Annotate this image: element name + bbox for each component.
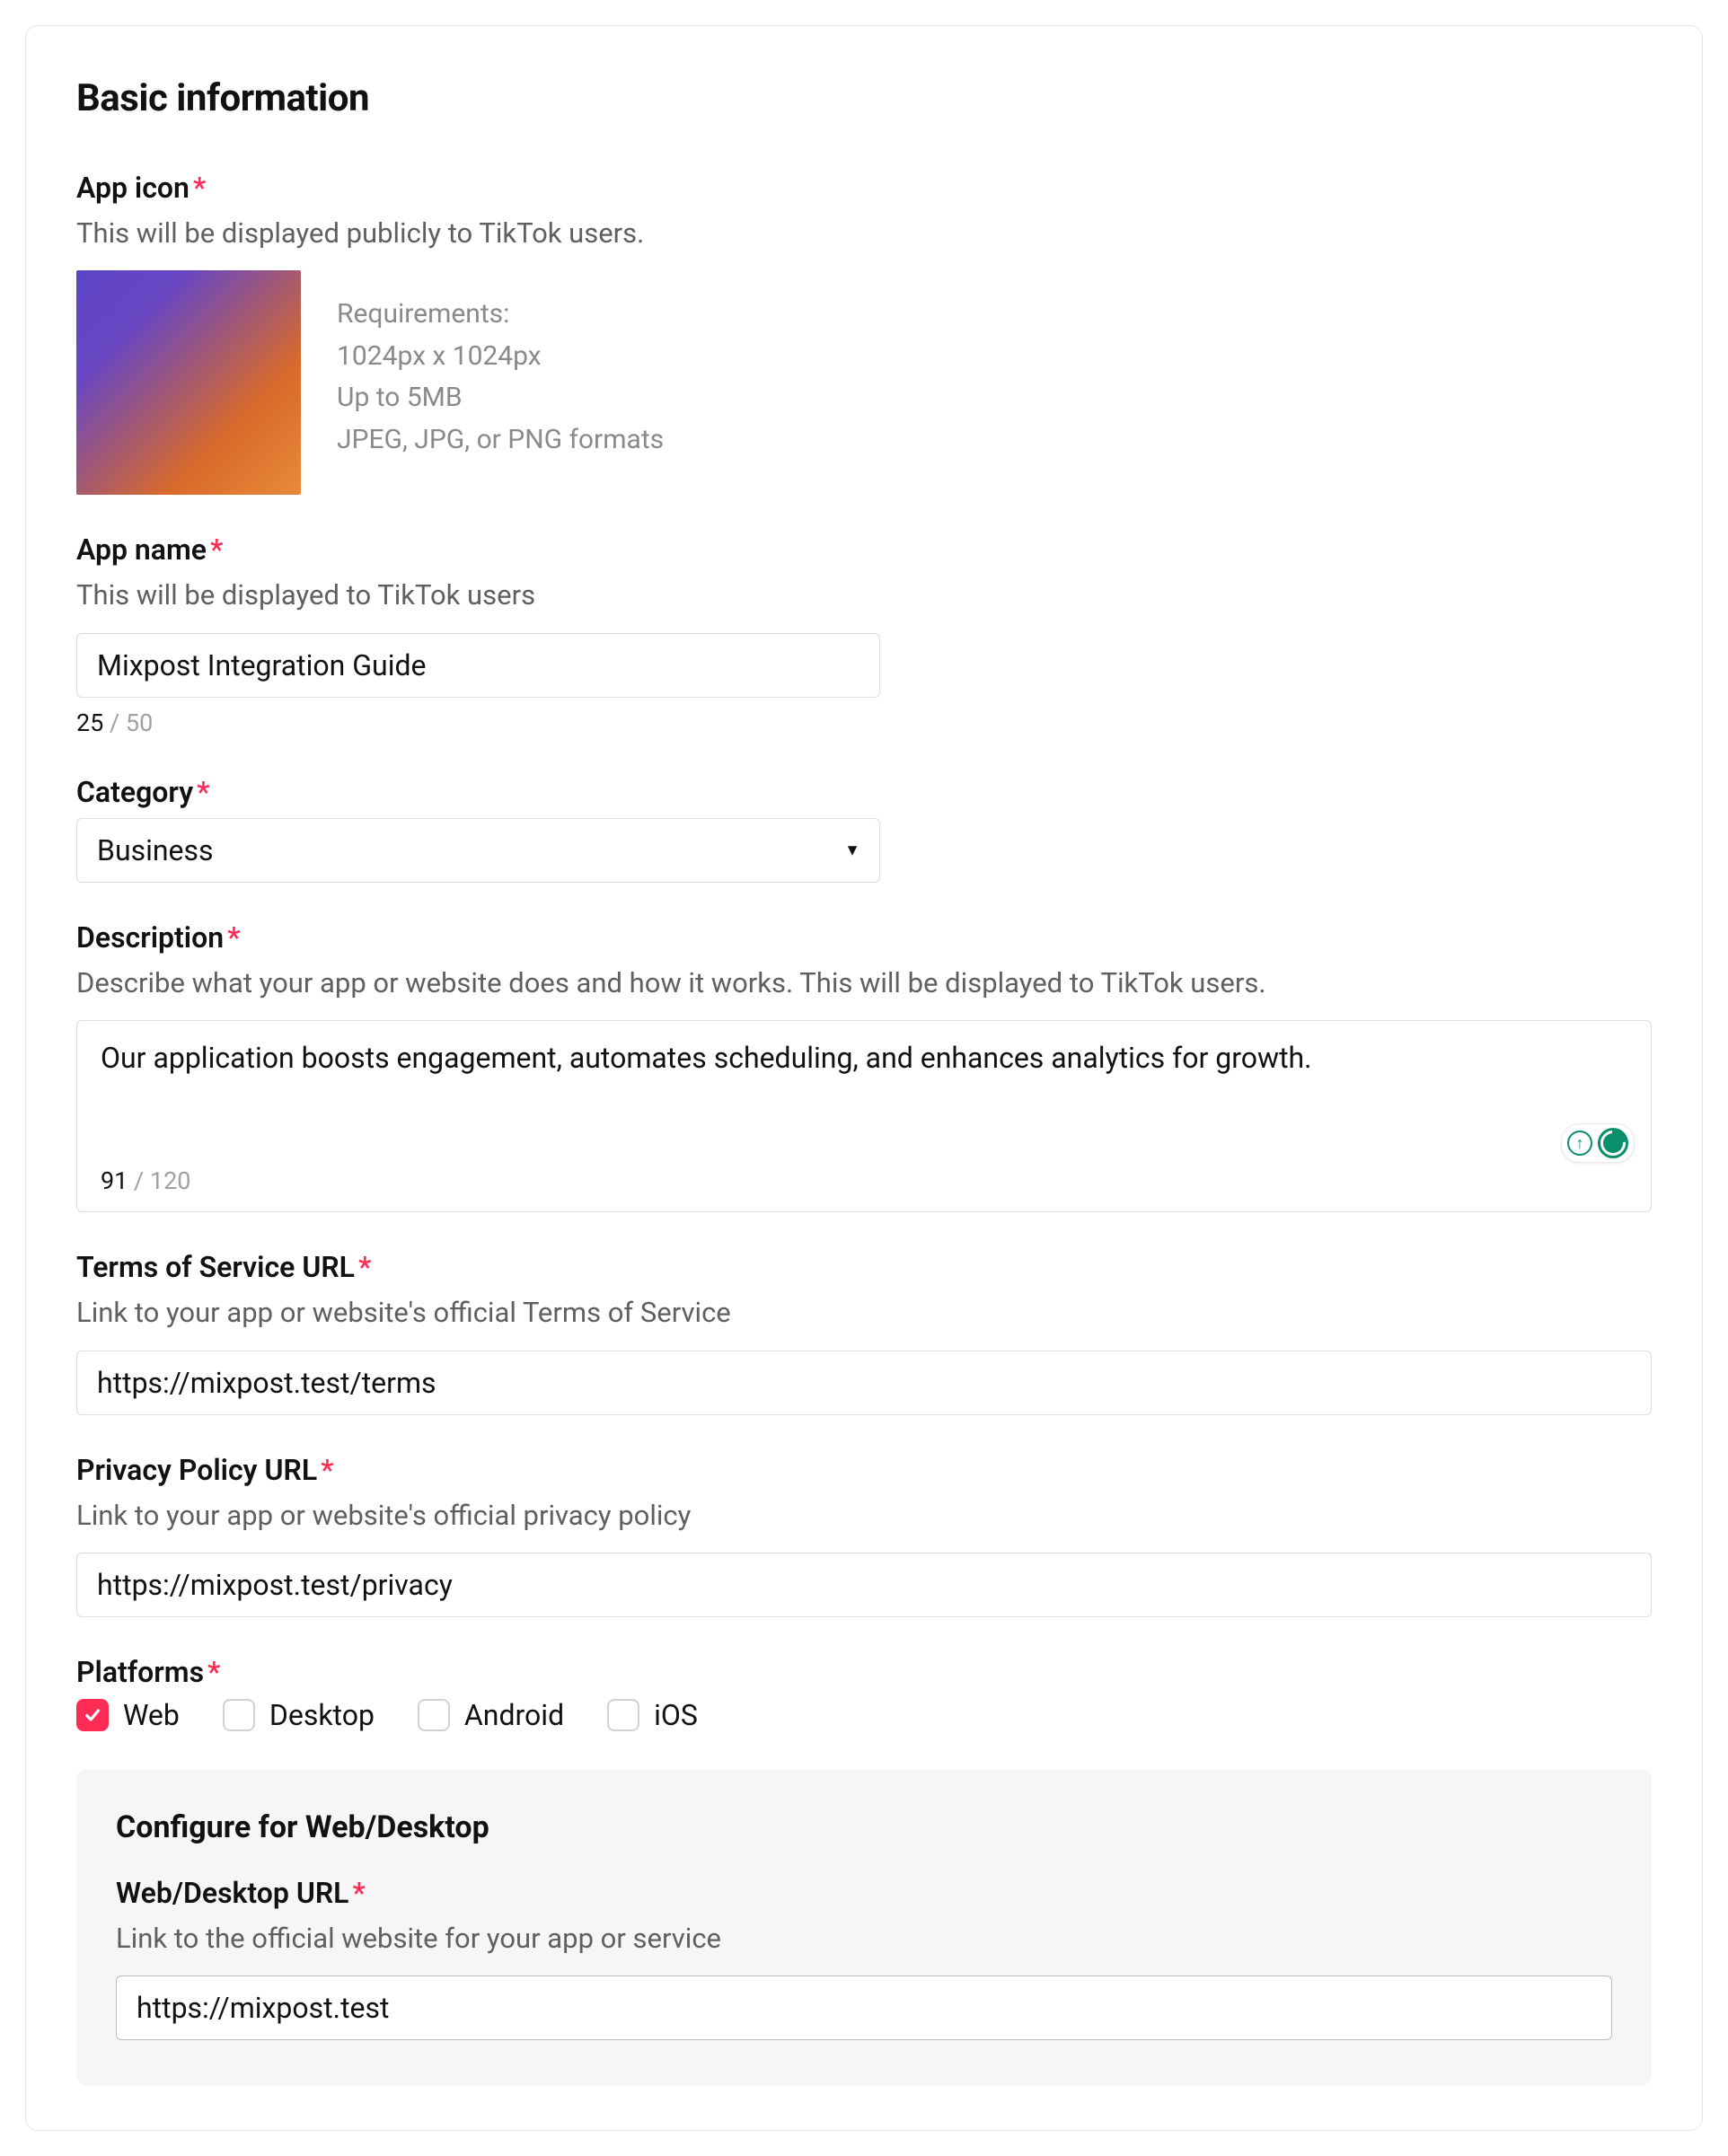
checkbox-label: Web (123, 1698, 180, 1732)
counter-max-val: 50 (126, 708, 153, 737)
req-size: Up to 5MB (337, 377, 664, 419)
check-icon (83, 1705, 102, 1725)
checkbox-label: Android (464, 1698, 564, 1732)
label-web-desktop-url: Web/Desktop URL* (116, 1876, 1612, 1910)
req-header: Requirements: (337, 294, 664, 336)
counter-max-val: 120 (150, 1166, 191, 1195)
label-text: Web/Desktop URL (116, 1876, 348, 1910)
input-tos-url[interactable] (76, 1351, 1652, 1415)
label-app-icon: App icon* (76, 171, 1652, 205)
label-text: Privacy Policy URL (76, 1453, 317, 1487)
field-privacy-url: Privacy Policy URL* Link to your app or … (76, 1453, 1652, 1617)
req-formats: JPEG, JPG, or PNG formats (337, 419, 664, 462)
label-text: Category (76, 775, 193, 809)
field-web-desktop-url: Web/Desktop URL* Link to the official we… (116, 1876, 1612, 2040)
checkbox-label: Desktop (269, 1698, 375, 1732)
checkbox-web[interactable]: Web (76, 1698, 180, 1732)
field-category: Category* Business ▼ (76, 775, 1652, 883)
textarea-description[interactable]: Our application boosts engagement, autom… (77, 1021, 1651, 1156)
counter-description: 91 / 120 (77, 1159, 1651, 1211)
label-tos-url: Terms of Service URL* (76, 1250, 1652, 1284)
helper-app-name: This will be displayed to TikTok users (76, 576, 1652, 614)
helper-app-icon: This will be displayed publicly to TikTo… (76, 214, 1652, 252)
helper-web-desktop-url: Link to the official website for your ap… (116, 1919, 1612, 1958)
grammarly-widget[interactable]: ↑ (1561, 1123, 1635, 1163)
required-asterisk: * (321, 1453, 333, 1487)
required-asterisk: * (210, 532, 223, 567)
counter-max: / 120 (128, 1166, 190, 1195)
counter-max: / 50 (103, 708, 153, 737)
required-asterisk: * (193, 171, 206, 205)
counter-current: 91 (101, 1166, 128, 1195)
helper-privacy-url: Link to your app or website's official p… (76, 1496, 1652, 1535)
label-category: Category* (76, 775, 1652, 809)
req-dims: 1024px x 1024px (337, 336, 664, 378)
field-app-icon: App icon* This will be displayed publicl… (76, 171, 1652, 495)
configure-heading: Configure for Web/Desktop (116, 1809, 1612, 1845)
select-category[interactable]: Business (76, 818, 880, 883)
label-text: App icon (76, 171, 190, 205)
label-description: Description* (76, 920, 1652, 955)
label-text: App name (76, 532, 207, 567)
field-app-name: App name* This will be displayed to TikT… (76, 532, 1652, 736)
grammarly-status-icon[interactable] (1598, 1128, 1628, 1158)
required-asterisk: * (207, 1655, 220, 1689)
configure-web-desktop-panel: Configure for Web/Desktop Web/Desktop UR… (76, 1770, 1652, 2085)
checkbox-desktop[interactable]: Desktop (223, 1698, 375, 1732)
input-web-desktop-url[interactable] (116, 1976, 1612, 2040)
label-text: Terms of Service URL (76, 1250, 355, 1284)
basic-information-card: Basic information App icon* This will be… (25, 25, 1703, 2131)
app-icon-requirements: Requirements: 1024px x 1024px Up to 5MB … (337, 270, 664, 461)
textarea-wrap-description: Our application boosts engagement, autom… (76, 1020, 1652, 1212)
checkbox-ios[interactable]: iOS (607, 1698, 698, 1732)
required-asterisk: * (358, 1250, 371, 1284)
required-asterisk: * (352, 1876, 365, 1910)
platforms-checkbox-row: Web Desktop Android iOS (76, 1698, 1652, 1732)
counter-current: 25 (76, 708, 103, 737)
checkbox-android[interactable]: Android (418, 1698, 564, 1732)
field-platforms: Platforms* Web Desktop Android (76, 1655, 1652, 1732)
counter-app-name: 25 / 50 (76, 708, 1652, 737)
field-tos-url: Terms of Service URL* Link to your app o… (76, 1250, 1652, 1414)
required-asterisk: * (227, 920, 240, 955)
checkbox-box[interactable] (418, 1699, 450, 1731)
label-app-name: App name* (76, 532, 1652, 567)
checkbox-box[interactable] (607, 1699, 639, 1731)
label-privacy-url: Privacy Policy URL* (76, 1453, 1652, 1487)
checkbox-box[interactable] (223, 1699, 255, 1731)
required-asterisk: * (197, 775, 209, 809)
label-text: Platforms (76, 1655, 204, 1689)
field-description: Description* Describe what your app or w… (76, 920, 1652, 1212)
app-icon-preview[interactable] (76, 270, 301, 495)
helper-tos-url: Link to your app or website's official T… (76, 1293, 1652, 1332)
helper-description: Describe what your app or website does a… (76, 964, 1652, 1002)
section-title: Basic information (76, 76, 1652, 120)
checkbox-label: iOS (654, 1698, 698, 1732)
label-platforms: Platforms* (76, 1655, 1652, 1689)
input-app-name[interactable] (76, 633, 880, 698)
input-privacy-url[interactable] (76, 1553, 1652, 1617)
checkbox-box[interactable] (76, 1699, 109, 1731)
label-text: Description (76, 920, 224, 955)
grammarly-upgrade-icon[interactable]: ↑ (1567, 1131, 1592, 1156)
